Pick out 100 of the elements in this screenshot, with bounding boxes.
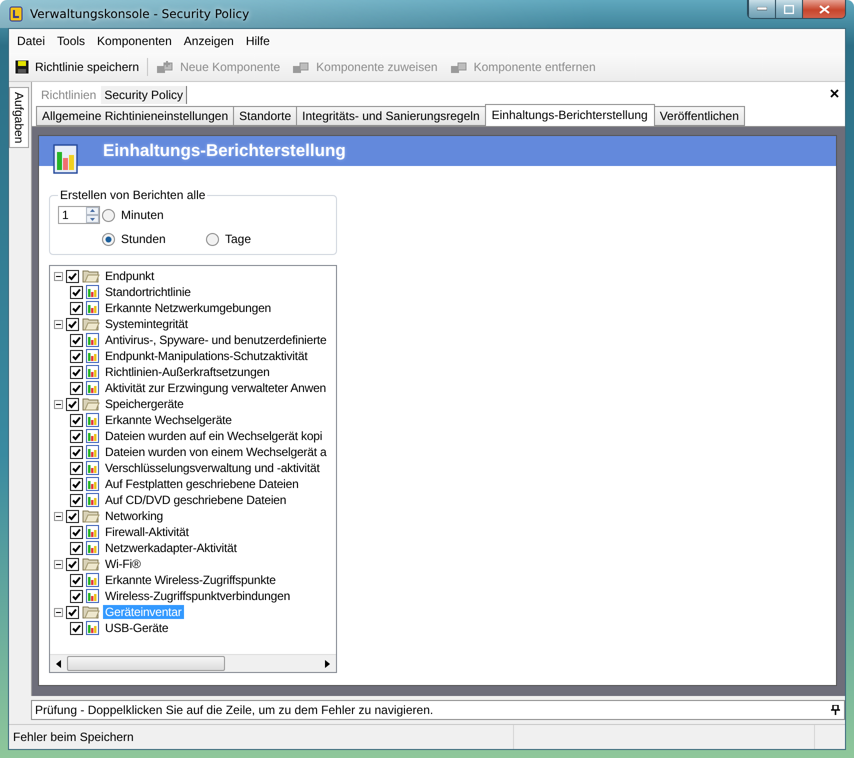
report-chart-icon bbox=[53, 144, 79, 174]
radio-button[interactable] bbox=[206, 232, 219, 246]
menu-item[interactable]: Hilfe bbox=[240, 34, 276, 48]
toolbar-button[interactable]: Richtlinie speichern bbox=[11, 58, 144, 76]
report-chart-icon bbox=[86, 365, 100, 379]
checkbox[interactable] bbox=[70, 462, 83, 474]
tree-item[interactable]: Antivirus-, Spyware- und benutzerdefinierte bbox=[103, 333, 329, 347]
collapse-icon[interactable] bbox=[54, 272, 63, 280]
tree-item[interactable]: USB-Geräte bbox=[103, 621, 170, 635]
tree-item[interactable]: Erkannte Wireless-Zugriffspunkte bbox=[103, 573, 278, 587]
folder-icon bbox=[82, 557, 100, 571]
tab[interactable]: Veröffentlichen bbox=[654, 106, 745, 126]
tree-item[interactable]: Systemintegrität bbox=[103, 317, 190, 331]
output-bar[interactable]: Prüfung - Doppelklicken Sie auf die Zeile, um zu dem Fehler zu navigieren. bbox=[31, 700, 845, 720]
checkbox[interactable] bbox=[70, 446, 83, 458]
tree-item[interactable]: Dateien wurden auf ein Wechselgerät kopi bbox=[103, 429, 324, 443]
horizontal-scrollbar[interactable] bbox=[50, 654, 336, 672]
radio-button[interactable] bbox=[102, 208, 115, 222]
checkbox[interactable] bbox=[66, 558, 79, 570]
folder-icon bbox=[82, 509, 100, 523]
report-chart-icon bbox=[86, 477, 100, 491]
folder-icon bbox=[82, 317, 100, 331]
blocks-plus-icon bbox=[156, 60, 174, 74]
checkbox[interactable] bbox=[70, 382, 83, 394]
checkbox[interactable] bbox=[66, 398, 79, 410]
checkbox[interactable] bbox=[70, 430, 83, 442]
collapse-icon[interactable] bbox=[54, 608, 63, 616]
tree-item[interactable]: Endpunkt bbox=[103, 269, 156, 283]
report-chart-icon bbox=[86, 541, 100, 555]
tab[interactable]: Standorte bbox=[233, 106, 298, 126]
collapse-icon[interactable] bbox=[54, 512, 63, 520]
checkbox[interactable] bbox=[70, 302, 83, 314]
tab[interactable]: Allgemeine Richtinieneinstellungen bbox=[36, 106, 234, 126]
menu-item[interactable]: Anzeigen bbox=[178, 34, 240, 48]
minimize-icon bbox=[757, 7, 767, 11]
checkbox[interactable] bbox=[70, 286, 83, 298]
checkbox[interactable] bbox=[66, 318, 79, 330]
checkbox[interactable] bbox=[70, 334, 83, 346]
maximize-icon bbox=[784, 4, 794, 14]
maximize-button[interactable] bbox=[775, 0, 802, 18]
pin-icon[interactable] bbox=[831, 705, 840, 715]
checkbox[interactable] bbox=[70, 574, 83, 586]
radio-label: Minuten bbox=[121, 208, 164, 222]
checkbox[interactable] bbox=[70, 350, 83, 362]
collapse-icon[interactable] bbox=[54, 400, 63, 408]
close-button[interactable] bbox=[802, 0, 845, 18]
folder-icon bbox=[82, 269, 100, 283]
breadcrumb-tab[interactable]: Richtlinien bbox=[38, 86, 100, 104]
collapse-icon[interactable] bbox=[54, 560, 63, 568]
tree-item[interactable]: Wireless-Zugriffspunktverbindungen bbox=[103, 589, 292, 603]
menu-item[interactable]: Datei bbox=[11, 34, 52, 48]
left-arrow-icon[interactable] bbox=[56, 660, 61, 668]
checkbox[interactable] bbox=[70, 366, 83, 378]
checkbox[interactable] bbox=[70, 478, 83, 490]
radio-label: Tage bbox=[225, 232, 252, 246]
blocks-icon bbox=[450, 60, 468, 74]
radio-button[interactable] bbox=[102, 232, 115, 246]
tree-item[interactable]: Netzwerkadapter-Aktivität bbox=[103, 541, 239, 555]
spin-arrows-icon[interactable] bbox=[86, 207, 99, 223]
window-title: Verwaltungskonsole - Security Policy bbox=[30, 7, 250, 21]
side-tab[interactable]: Aufgaben bbox=[9, 87, 29, 148]
tree-item[interactable]: Verschlüsselungsverwaltung und -aktivität bbox=[103, 461, 322, 475]
collapse-icon[interactable] bbox=[54, 320, 63, 328]
app-icon bbox=[8, 6, 24, 22]
checkbox[interactable] bbox=[70, 542, 83, 554]
blocks-icon bbox=[292, 60, 310, 74]
interval-spinner[interactable]: 1 bbox=[58, 206, 100, 224]
tree-item[interactable]: Firewall-Aktivität bbox=[103, 525, 191, 539]
report-chart-icon bbox=[86, 429, 100, 443]
checkbox[interactable] bbox=[70, 622, 83, 634]
menu-item[interactable]: Tools bbox=[51, 34, 92, 48]
report-chart-icon bbox=[86, 621, 100, 635]
tree-item[interactable]: Erkannte Netzwerkumgebungen bbox=[103, 301, 274, 315]
tree-item[interactable]: Speichergeräte bbox=[103, 397, 186, 411]
checkbox[interactable] bbox=[70, 414, 83, 426]
tab[interactable]: Integritäts- und Sanierungsregeln bbox=[296, 106, 486, 126]
checkbox[interactable] bbox=[70, 590, 83, 602]
tree-item[interactable]: Auf Festplatten geschriebene Dateien bbox=[103, 477, 301, 491]
tree-item[interactable]: Erkannte Wechselgeräte bbox=[103, 413, 234, 427]
tree-item[interactable]: Wi-Fi® bbox=[103, 557, 143, 571]
close-icon[interactable] bbox=[830, 88, 839, 98]
tree-item[interactable]: Endpunkt-Manipulations-Schutzaktivität bbox=[103, 349, 310, 363]
tree-item[interactable]: Aktivität zur Erzwingung verwalteter Anwen bbox=[103, 381, 328, 395]
tree-item[interactable]: Dateien wurden von einem Wechselgerät a bbox=[103, 445, 328, 459]
tree-item[interactable]: Networking bbox=[103, 509, 166, 523]
checkbox[interactable] bbox=[66, 606, 79, 618]
checkbox[interactable] bbox=[66, 510, 79, 522]
minimize-button[interactable] bbox=[748, 0, 775, 18]
folder-icon bbox=[82, 397, 100, 411]
checkbox[interactable] bbox=[66, 270, 79, 282]
report-chart-icon bbox=[86, 285, 100, 299]
right-arrow-icon[interactable] bbox=[325, 660, 330, 668]
menu-item[interactable]: Komponenten bbox=[91, 34, 178, 48]
checkbox[interactable] bbox=[70, 526, 83, 538]
checkbox[interactable] bbox=[70, 494, 83, 506]
report-chart-icon bbox=[86, 333, 100, 347]
tree-item[interactable]: Standortrichtlinie bbox=[103, 285, 193, 299]
tree-item[interactable]: Richtlinien-Außerkraftsetzungen bbox=[103, 365, 272, 379]
tree-item[interactable]: Auf CD/DVD geschriebene Dateien bbox=[103, 493, 288, 507]
breadcrumb-tab[interactable]: Security Policy bbox=[101, 86, 188, 104]
